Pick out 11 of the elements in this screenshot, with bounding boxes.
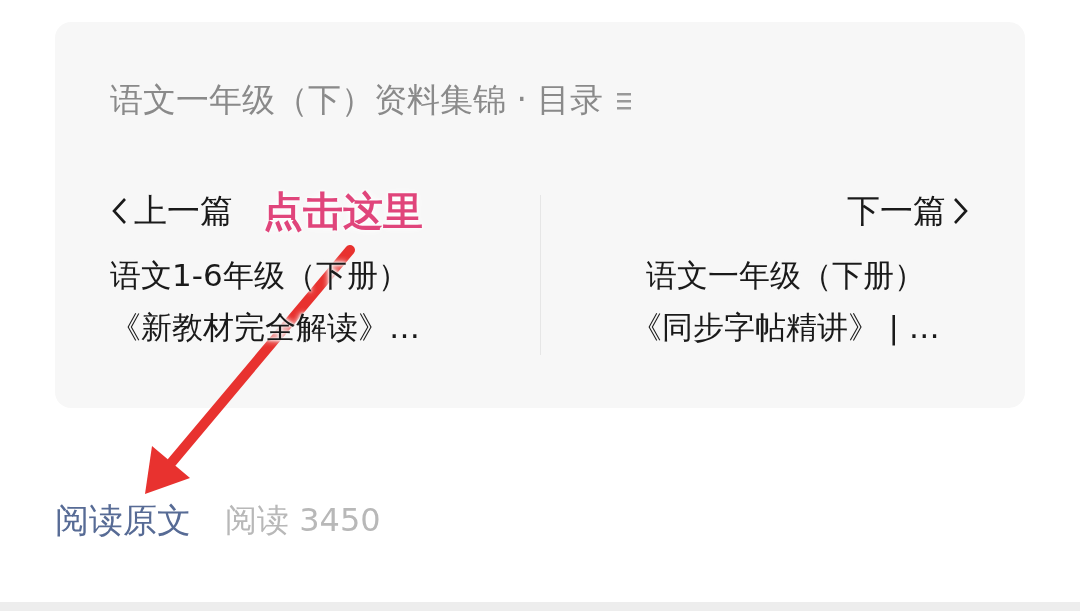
article-title[interactable]: 语文一年级（下册） — [645, 249, 925, 301]
read-original-link[interactable]: 阅读原文 — [55, 498, 191, 544]
previous-article-link[interactable]: 上一篇 — [110, 188, 233, 234]
list-icon — [617, 90, 632, 111]
chevron-right-icon — [952, 196, 970, 226]
view-count: 阅读 3450 — [225, 500, 381, 541]
article-title[interactable]: 《同步字帖精讲》 | … — [630, 301, 940, 353]
annotation-text: 点击这里 — [263, 186, 423, 236]
chevron-left-icon — [110, 196, 128, 226]
catalog-title: 语文一年级（下）资料集锦 · 目录 — [110, 79, 604, 121]
next-article-link[interactable]: 下一篇 — [847, 188, 970, 234]
